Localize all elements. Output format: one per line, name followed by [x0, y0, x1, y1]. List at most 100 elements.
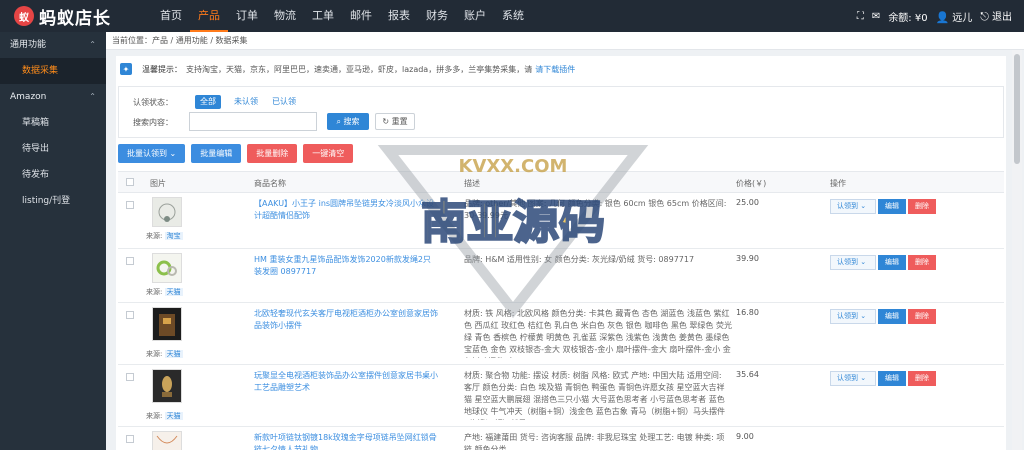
status-label: 认领状态： [133, 98, 173, 107]
main-nav: 首页 产品 订单 物流 工单 邮件 报表 财务 账户 系统 [152, 0, 532, 32]
edit-button[interactable]: 编辑 [878, 309, 906, 324]
edit-button[interactable]: 编辑 [878, 199, 906, 214]
product-thumbnail[interactable] [152, 197, 182, 227]
nav-mail[interactable]: 邮件 [342, 0, 380, 32]
fullscreen-icon[interactable]: ⛶ [857, 11, 864, 22]
product-thumbnail[interactable] [152, 253, 182, 283]
nav-home[interactable]: 首页 [152, 0, 190, 32]
tip-bar: ✦ 温馨提示： 支持淘宝，天猫，京东，阿里巴巴，速卖通，亚马逊，虾皮，lazad… [120, 62, 575, 76]
product-price: 39.90 [736, 254, 759, 263]
product-thumbnail[interactable] [152, 307, 182, 341]
reset-button[interactable]: ↻ 重置 [375, 113, 415, 130]
reset-icon: ↻ [382, 117, 392, 126]
delete-button[interactable]: 删除 [908, 255, 936, 270]
sidebar-item-listing[interactable]: listing/刊登 [0, 188, 106, 214]
row-checkbox[interactable] [126, 435, 134, 443]
batch-claim-button[interactable]: 批量认领到 ⌄ [118, 144, 186, 163]
search-button[interactable]: ⌕ 搜索 [327, 113, 369, 130]
product-desc: 材质: 聚合物 功能: 摆设 材质: 树脂 风格: 欧式 产地: 中国大陆 适用… [464, 371, 726, 420]
sidebar-item-to-export[interactable]: 待导出 [0, 136, 106, 162]
hair-tie-image-icon [156, 260, 177, 276]
status-all[interactable]: 全部 [195, 95, 221, 109]
sidebar-group-general[interactable]: 通用功能 ⌃ [0, 32, 106, 58]
row-checkbox[interactable] [126, 373, 134, 381]
nav-system[interactable]: 系统 [494, 0, 532, 32]
logout-icon: ⎋ [980, 10, 989, 23]
source-tag: 淘宝 [164, 232, 183, 240]
scrollbar-thumb[interactable] [1014, 54, 1020, 164]
table-row: 来源: 天猫 北欧轻奢现代玄关客厅电视柜酒柜办公室创意家居饰品装饰小摆件 材质:… [118, 303, 1004, 365]
nav-orders[interactable]: 订单 [228, 0, 266, 32]
nav-reports[interactable]: 报表 [380, 0, 418, 32]
nav-account[interactable]: 账户 [456, 0, 494, 32]
product-price: 9.00 [736, 432, 754, 441]
source-label: 来源: [146, 288, 163, 296]
claim-dropdown[interactable]: 认领到 ⌄ [830, 371, 876, 386]
row-source: 来源: 天猫 [146, 411, 183, 421]
clear-all-button[interactable]: 一键清空 [303, 144, 354, 163]
table-row: 来源: 天猫 HM 重装女重九星饰品配饰发饰2020新款发绳2只装发圈 0897… [118, 249, 1004, 303]
delete-button[interactable]: 删除 [908, 199, 936, 214]
tip-label: 温馨提示： [142, 64, 182, 74]
batch-delete-button[interactable]: 批量删除 [247, 144, 298, 163]
source-tag: 天猫 [164, 412, 183, 420]
ant-logo-icon: 蚁 [14, 6, 34, 26]
nav-tickets[interactable]: 工单 [304, 0, 342, 32]
header-desc: 描述 [464, 179, 480, 188]
logout-button[interactable]: ⎋ 退出 [980, 8, 1012, 24]
app-logo[interactable]: 蚁 蚂蚁店长 [14, 4, 111, 29]
row-checkbox[interactable] [126, 257, 134, 265]
product-price: 16.80 [736, 308, 759, 317]
edit-button[interactable]: 编辑 [878, 255, 906, 270]
claim-dropdown[interactable]: 认领到 ⌄ [830, 199, 876, 214]
sidebar-item-drafts[interactable]: 草稿箱 [0, 110, 106, 136]
user-menu[interactable]: 👤 远儿 [936, 9, 973, 24]
sidebar-item-data-collect[interactable]: 数据采集 [0, 58, 106, 84]
product-name-link[interactable]: HM 重装女重九星饰品配饰发饰2020新款发绳2只装发圈 0897717 [254, 254, 438, 278]
product-name-link[interactable]: 玩聚显全电视酒柜装饰品办公室摆件创意家居书桌小工艺品雕塑艺术 [254, 370, 438, 394]
logout-label: 退出 [992, 12, 1012, 23]
delete-button[interactable]: 删除 [908, 371, 936, 386]
claim-dropdown[interactable]: 认领到 ⌄ [830, 309, 876, 324]
batch-edit-button[interactable]: 批量编辑 [191, 144, 242, 163]
product-thumbnail[interactable] [152, 369, 182, 403]
table-row: 新款叶项链钛钢镀18k玫瑰金字母项链吊坠网红锁骨链七夕情人节礼物 产地: 福建莆… [118, 427, 1004, 450]
row-actions: 认领到 ⌄ 编辑 删除 [830, 255, 936, 270]
source-tag: 天猫 [164, 350, 183, 358]
claim-dropdown[interactable]: 认领到 ⌄ [830, 255, 876, 270]
search-label: 搜索内容： [133, 118, 173, 127]
status-unclaimed[interactable]: 未认领 [229, 95, 263, 109]
source-tag: 天猫 [164, 288, 183, 296]
nav-finance[interactable]: 财务 [418, 0, 456, 32]
header-name: 商品名称 [254, 179, 286, 188]
sidebar-item-to-publish[interactable]: 待发布 [0, 162, 106, 188]
download-plugin-link[interactable]: 请下载插件 [535, 64, 575, 75]
search-input[interactable] [189, 112, 317, 131]
product-name-link[interactable]: 新款叶项链钛钢镀18k玫瑰金字母项链吊坠网红锁骨链七夕情人节礼物 [254, 432, 438, 450]
row-checkbox[interactable] [126, 311, 134, 319]
row-checkbox[interactable] [126, 201, 134, 209]
source-label: 来源: [146, 350, 163, 358]
product-thumbnail[interactable] [152, 431, 182, 450]
sidebar-group-amazon[interactable]: Amazon ⌃ [0, 84, 106, 110]
status-claimed[interactable]: 已认领 [267, 95, 301, 109]
message-icon[interactable]: ✉ [872, 11, 880, 22]
edit-button[interactable]: 编辑 [878, 371, 906, 386]
nav-logistics[interactable]: 物流 [266, 0, 304, 32]
product-name-link[interactable]: 北欧轻奢现代玄关客厅电视柜酒柜办公室创意家居饰品装饰小摆件 [254, 308, 438, 332]
nav-products[interactable]: 产品 [190, 0, 228, 32]
product-table: 图片 商品名称 描述 价格(￥) 操作 来源: 淘宝 【AAKU】小王子 ins… [118, 171, 1004, 450]
sidebar-group-label: 通用功能 [10, 40, 47, 50]
filter-box: 认领状态： 全部 未认领 已认领 搜索内容： ⌕ 搜索 ↻ 重置 [118, 86, 1004, 138]
necklace-image-icon [156, 435, 178, 444]
logo-text: 蚂蚁店长 [39, 8, 111, 29]
necklace-image-icon [158, 203, 176, 222]
product-name-link[interactable]: 【AAKU】小王子 ins圆牌吊坠链男女冷淡风小众设计超酷情侣配饰 [254, 198, 438, 222]
balance-text: 余额: ¥0 [888, 12, 928, 24]
page-scrollbar[interactable] [1012, 50, 1022, 450]
header-actions: 操作 [830, 179, 846, 188]
chevron-up-icon: ⌃ [89, 92, 96, 101]
top-right-tools: ⛶ ✉ 余额: ¥0 👤 远儿 ⎋ 退出 [857, 0, 1012, 32]
select-all-checkbox[interactable] [126, 178, 134, 186]
delete-button[interactable]: 删除 [908, 309, 936, 324]
